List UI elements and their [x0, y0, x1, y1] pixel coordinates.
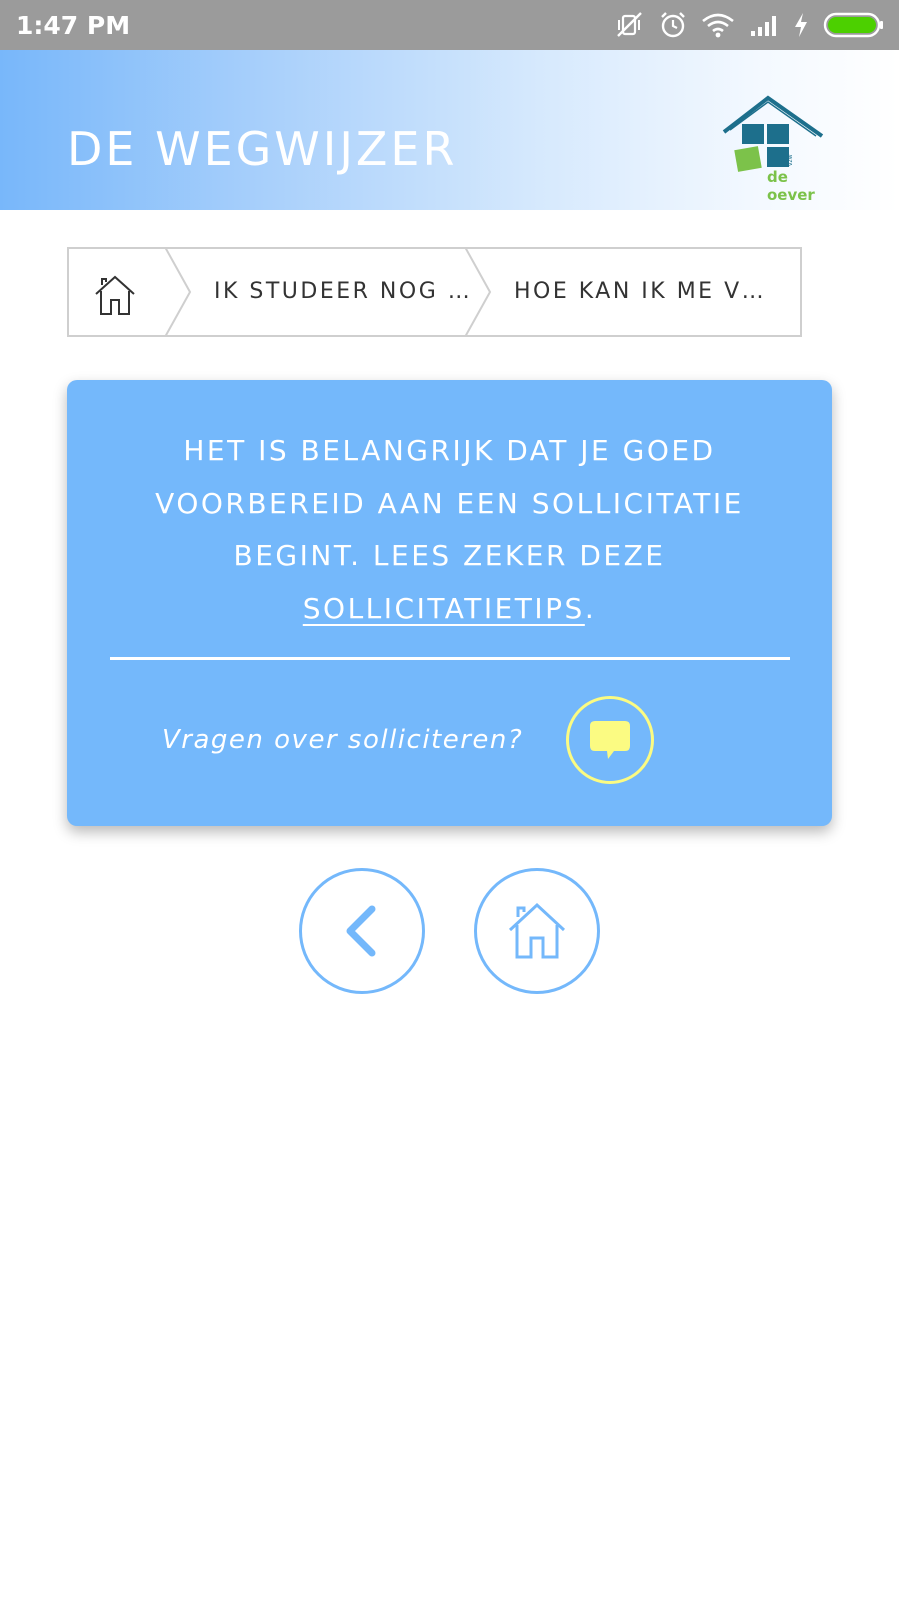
breadcrumb: IK STUDEER NOG … HOE KAN IK ME V…: [67, 247, 802, 337]
signal-icon: [751, 16, 776, 36]
home-button[interactable]: [474, 868, 600, 994]
sollicitatietips-link[interactable]: SOLLICITATIETIPS: [303, 592, 585, 625]
home-icon: [95, 275, 135, 315]
status-bar: 1:47 PM: [0, 0, 899, 50]
card-divider: [110, 657, 790, 660]
card-message-end: .: [584, 591, 597, 625]
breadcrumb-item-studeer[interactable]: IK STUDEER NOG …: [214, 249, 472, 335]
status-icons: [615, 11, 885, 39]
status-time: 1:47 PM: [16, 10, 131, 40]
brand-logo: vzw de oever: [722, 92, 834, 204]
question-text: Vragen over solliciteren?: [162, 725, 524, 755]
battery-icon: [823, 12, 883, 38]
card-message-text: HET IS BELANGRIJK DAT JE GOED VOORBEREID…: [155, 434, 744, 572]
logo-vzw-text: vzw: [787, 154, 794, 166]
info-card: HET IS BELANGRIJK DAT JE GOED VOORBEREID…: [67, 380, 832, 826]
chat-button[interactable]: [566, 696, 654, 784]
wifi-icon: [702, 13, 734, 38]
breadcrumb-home[interactable]: [93, 273, 137, 317]
app-header: DE WEGWIJZER vzw de oever: [0, 50, 899, 210]
alarm-icon: [661, 12, 685, 38]
logo-text: de oever: [767, 168, 815, 204]
vibrate-off-icon: [617, 12, 642, 37]
chevron-left-icon: [346, 905, 376, 957]
card-message: HET IS BELANGRIJK DAT JE GOED VOORBEREID…: [97, 425, 802, 635]
home-icon: [508, 902, 566, 959]
charging-icon: [795, 13, 807, 37]
chat-bubble-icon: [590, 721, 630, 759]
page-title: DE WEGWIJZER: [67, 122, 458, 176]
back-button[interactable]: [299, 868, 425, 994]
breadcrumb-separator: [464, 249, 492, 335]
breadcrumb-item-current[interactable]: HOE KAN IK ME V…: [514, 249, 766, 335]
breadcrumb-separator: [164, 249, 192, 335]
